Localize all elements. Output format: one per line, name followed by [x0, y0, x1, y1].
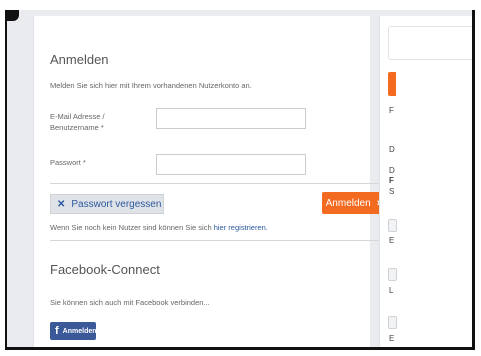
sidebar-box [388, 26, 472, 60]
facebook-text: Sie können sich auch mit Facebook verbin… [50, 298, 210, 307]
sidebar-letter: F [389, 176, 394, 185]
sidebar-letter: F [389, 106, 394, 115]
sidebar-letter: S [389, 187, 395, 196]
email-label-line2: Benutzername * [50, 123, 104, 132]
form-divider [50, 183, 385, 184]
close-x-icon: ✕ [57, 198, 66, 210]
password-input[interactable] [156, 154, 306, 175]
email-input[interactable] [156, 108, 306, 129]
facebook-login-button[interactable]: f Anmelden [50, 322, 97, 340]
email-label-line1: E-Mail Adresse / [50, 112, 105, 121]
login-submit-label: Anmelden [325, 197, 371, 209]
login-submit-button[interactable]: Anmelden › [322, 192, 384, 214]
sidebar-letter: D [389, 166, 395, 175]
facebook-icon: f [55, 325, 59, 337]
sidebar-letter: D [389, 145, 395, 154]
sidebar-icon[interactable] [388, 219, 397, 232]
register-link[interactable]: hier registrieren. [214, 223, 268, 232]
cropped-heading-glyph [7, 10, 19, 21]
register-text: Wenn Sie noch kein Nutzer sind können Si… [50, 223, 212, 232]
sidebar-panel: F D D F S E L E [379, 16, 472, 347]
sidebar-letter: E [389, 236, 395, 245]
sidebar-orange-tab[interactable] [388, 72, 396, 96]
password-label: Passwort * [50, 158, 86, 167]
browser-frame: Anmelden Melden Sie sich hier mit Ihrem … [5, 10, 475, 350]
login-title: Anmelden [50, 52, 109, 67]
sidebar-icon[interactable] [388, 316, 397, 329]
section-divider [50, 240, 385, 241]
facebook-login-label: Anmelden [62, 327, 97, 335]
sidebar-letter: L [389, 286, 394, 295]
forgot-password-label: Passwort vergessen [71, 198, 162, 210]
register-hint: Wenn Sie noch kein Nutzer sind können Si… [50, 222, 268, 233]
login-intro: Melden Sie sich hier mit Ihrem vorhanden… [50, 81, 252, 90]
facebook-title: Facebook-Connect [50, 262, 160, 277]
sidebar-letter: E [389, 334, 395, 343]
sidebar-icon[interactable] [388, 268, 397, 281]
login-panel: Anmelden Melden Sie sich hier mit Ihrem … [33, 16, 385, 347]
forgot-password-button[interactable]: ✕ Passwort vergessen [50, 194, 164, 214]
